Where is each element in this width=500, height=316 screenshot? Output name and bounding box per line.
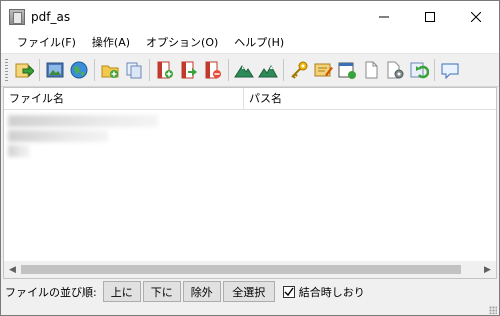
list-item[interactable] xyxy=(8,115,158,127)
bookmark-checkbox[interactable]: 結合時しおり xyxy=(282,284,365,300)
globe-icon[interactable] xyxy=(68,59,90,81)
toolbar-separator xyxy=(149,59,150,81)
scroll-track[interactable] xyxy=(21,261,479,278)
minimize-icon xyxy=(379,16,389,17)
menu-bar: ファイル(F) 操作(A) オプション(O) ヘルプ(H) xyxy=(1,32,499,54)
folder-add-icon[interactable] xyxy=(99,59,121,81)
toolbar-separator xyxy=(39,59,40,81)
select-all-button[interactable]: 全選択 xyxy=(222,281,275,302)
app-window: pdf_as ファイル(F) 操作(A) オプション(O) ヘルプ(H) ファイ… xyxy=(0,0,500,316)
menu-file[interactable]: ファイル(F) xyxy=(9,32,84,53)
toolbar-separator xyxy=(228,59,229,81)
checkbox-label: 結合時しおり xyxy=(298,285,365,299)
menu-options[interactable]: オプション(O) xyxy=(138,32,226,53)
title-bar: pdf_as xyxy=(1,1,499,32)
column-header-path[interactable]: パス名 xyxy=(244,88,496,109)
pdf-add-icon[interactable] xyxy=(154,59,176,81)
menu-operation[interactable]: 操作(A) xyxy=(84,32,138,53)
window-controls xyxy=(361,1,499,32)
blank-page-icon[interactable] xyxy=(360,59,382,81)
scroll-thumb[interactable] xyxy=(21,265,461,274)
remove-button[interactable]: 除外 xyxy=(182,281,221,302)
app-icon xyxy=(9,8,25,25)
close-icon xyxy=(471,11,481,22)
copy-files-icon[interactable] xyxy=(123,59,145,81)
comment-icon[interactable] xyxy=(439,59,461,81)
refresh-icon[interactable] xyxy=(408,59,430,81)
list-item[interactable] xyxy=(8,130,108,142)
menu-help[interactable]: ヘルプ(H) xyxy=(226,32,292,53)
checkbox-icon[interactable] xyxy=(282,285,295,298)
toolbar-separator xyxy=(434,59,435,81)
window-title: pdf_as xyxy=(31,9,71,24)
order-label: ファイルの並び順: xyxy=(5,285,97,299)
toolbar-separator xyxy=(283,59,284,81)
horizontal-scrollbar[interactable]: ◀ ▶ xyxy=(4,261,496,278)
pdf-arrow-icon[interactable] xyxy=(178,59,200,81)
edit-icon[interactable] xyxy=(312,59,334,81)
scroll-left-icon[interactable]: ◀ xyxy=(4,261,21,278)
mountain-icon[interactable] xyxy=(233,59,255,81)
key-icon[interactable] xyxy=(288,59,310,81)
maximize-icon xyxy=(425,11,435,22)
window-icon[interactable] xyxy=(336,59,358,81)
list-item[interactable] xyxy=(8,145,30,157)
toolbar-grip[interactable] xyxy=(5,59,8,81)
maximize-button[interactable] xyxy=(407,1,453,32)
mountain-alt-icon[interactable] xyxy=(257,59,279,81)
column-header-filename[interactable]: ファイル名 xyxy=(4,88,244,109)
image-icon[interactable] xyxy=(44,59,66,81)
file-list[interactable]: ファイル名 パス名 ◀ ▶ xyxy=(3,87,497,279)
pdf-remove-icon[interactable] xyxy=(202,59,224,81)
list-header: ファイル名 パス名 xyxy=(4,88,496,110)
close-button[interactable] xyxy=(453,1,499,32)
toolbar xyxy=(1,54,499,87)
scroll-right-icon[interactable]: ▶ xyxy=(479,261,496,278)
bottom-bar: ファイルの並び順: 上に 下に 除外 全選択 結合時しおり xyxy=(1,279,499,304)
minimize-button[interactable] xyxy=(361,1,407,32)
status-bar xyxy=(1,305,499,315)
resize-grip[interactable] xyxy=(489,306,497,314)
move-up-button[interactable]: 上に xyxy=(102,281,141,302)
toolbar-separator xyxy=(94,59,95,81)
move-down-button[interactable]: 下に xyxy=(142,281,181,302)
open-icon[interactable] xyxy=(13,59,35,81)
settings-page-icon[interactable] xyxy=(384,59,406,81)
